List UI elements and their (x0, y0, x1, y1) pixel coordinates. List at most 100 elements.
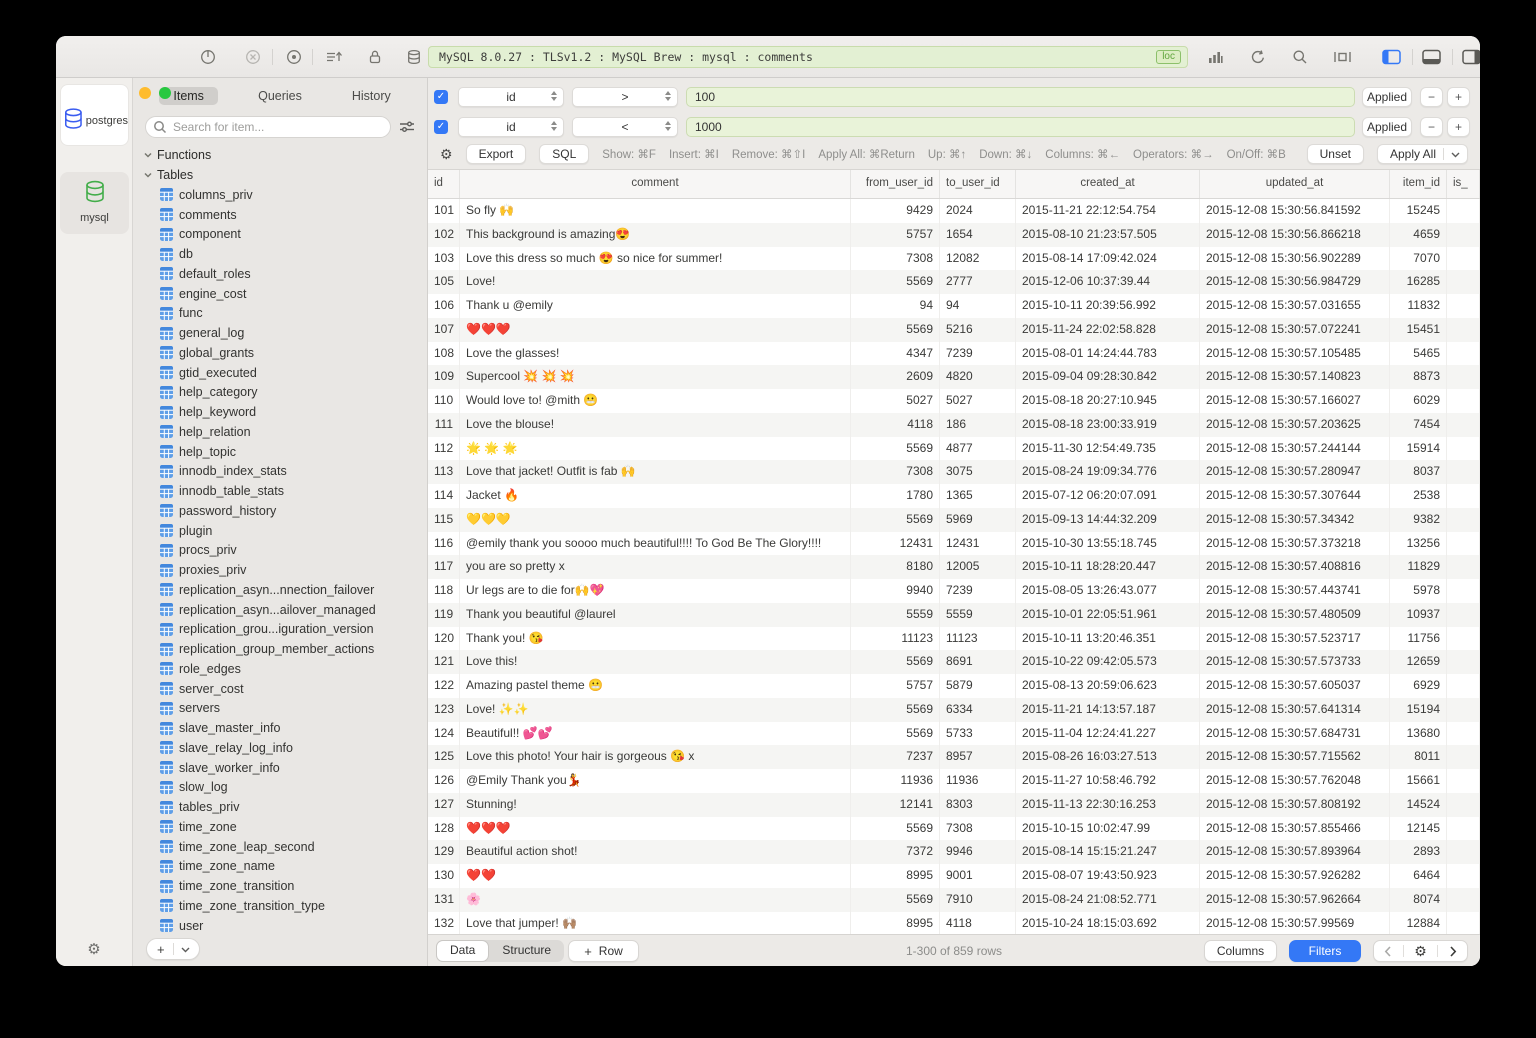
next-page-button[interactable] (1449, 946, 1457, 957)
lock-icon[interactable] (367, 49, 383, 65)
table-row[interactable]: 132Love that jumper! 🙌🏽899541182015-10-2… (428, 912, 1480, 935)
table-row[interactable]: 118Ur legs are to die for🙌💖994072392015-… (428, 579, 1480, 603)
filter-operator-select[interactable]: < (572, 117, 678, 137)
unset-button[interactable]: Unset (1307, 144, 1364, 164)
search-input[interactable] (145, 116, 391, 138)
columns-button[interactable]: Columns (1204, 940, 1277, 962)
tab-data[interactable]: Data (436, 940, 489, 962)
export-button[interactable]: Export (466, 144, 527, 164)
sidebar-table-item[interactable]: engine_cost (133, 284, 427, 304)
filter-checkbox[interactable]: ✓ (434, 120, 448, 134)
column-header-is_[interactable]: is_ (1447, 170, 1480, 198)
sidebar-table-item[interactable]: slave_master_info (133, 718, 427, 738)
sidebar-table-item[interactable]: default_roles (133, 264, 427, 284)
table-row[interactable]: 123Love! ✨✨556963342015-11-21 14:13:57.1… (428, 698, 1480, 722)
sidebar-table-item[interactable]: db (133, 244, 427, 264)
sidebar-table-item[interactable]: gtid_executed (133, 363, 427, 383)
filter-applied-button[interactable]: Applied (1362, 117, 1412, 137)
filter-add-button[interactable]: + (1447, 87, 1470, 107)
sidebar-table-item[interactable]: procs_priv (133, 541, 427, 561)
sidebar-table-item[interactable]: func (133, 304, 427, 324)
add-row-button[interactable]: + Row (568, 940, 639, 962)
table-row[interactable]: 112🌟 🌟 🌟556948772015-11-30 12:54:49.7352… (428, 437, 1480, 461)
sidebar-table-item[interactable]: innodb_table_stats (133, 481, 427, 501)
sidebar-table-item[interactable]: replication_group_member_actions (133, 639, 427, 659)
table-row[interactable]: 113Love that jacket! Outfit is fab 🙌7308… (428, 460, 1480, 484)
sidebar-table-item[interactable]: general_log (133, 323, 427, 343)
sidebar-table-item[interactable]: replication_grou...iguration_version (133, 620, 427, 640)
table-row[interactable]: 102This background is amazing😍5757165420… (428, 223, 1480, 247)
search-icon[interactable] (1292, 49, 1308, 65)
target-icon[interactable] (286, 49, 302, 65)
disconnect-icon[interactable] (245, 49, 261, 65)
tab-structure[interactable]: Structure (489, 940, 564, 962)
filter-value-input[interactable]: 100 (686, 87, 1355, 107)
connection-mysql[interactable]: mysql (60, 172, 129, 234)
table-row[interactable]: 122Amazing pastel theme 😬575758792015-08… (428, 674, 1480, 698)
filter-remove-button[interactable]: − (1420, 117, 1443, 137)
chart-icon[interactable] (1207, 49, 1224, 65)
sidebar-table-item[interactable]: time_zone_name (133, 857, 427, 877)
sidebar-table-item[interactable]: replication_asyn...nnection_failover (133, 580, 427, 600)
filter-checkbox[interactable]: ✓ (434, 90, 448, 104)
table-row[interactable]: 111Love the blouse!41181862015-08-18 23:… (428, 413, 1480, 437)
connection-pin-icon[interactable] (200, 49, 216, 65)
table-row[interactable]: 115💛💛💛556959692015-09-13 14:44:32.209201… (428, 508, 1480, 532)
table-row[interactable]: 105Love!556927772015-12-06 10:37:39.4420… (428, 270, 1480, 294)
sidebar-table-item[interactable]: servers (133, 699, 427, 719)
sidebar-table-item[interactable]: help_category (133, 383, 427, 403)
filter-remove-button[interactable]: − (1420, 87, 1443, 107)
sidebar-table-item[interactable]: component (133, 225, 427, 245)
zoom-window-button[interactable] (159, 87, 171, 99)
filter-column-select[interactable]: id (458, 87, 564, 107)
table-row[interactable]: 101So fly 🙌942920242015-11-21 22:12:54.7… (428, 199, 1480, 223)
column-header-id[interactable]: id (428, 170, 460, 198)
prev-page-button[interactable] (1384, 946, 1392, 957)
database-icon[interactable] (406, 49, 422, 65)
table-row[interactable]: 129Beautiful action shot!737299462015-08… (428, 840, 1480, 864)
sidebar-table-item[interactable]: user (133, 916, 427, 932)
connection-postgres[interactable]: postgres (60, 84, 129, 146)
table-row[interactable]: 119Thank you beautiful @laurel5559555920… (428, 603, 1480, 627)
table-row[interactable]: 116@emily thank you soooo much beautiful… (428, 532, 1480, 556)
sidebar-table-item[interactable]: time_zone_leap_second (133, 837, 427, 857)
add-item-button[interactable]: + (146, 938, 200, 960)
column-header-updated_at[interactable]: updated_at (1200, 170, 1390, 198)
sidebar-table-item[interactable]: time_zone_transition_type (133, 896, 427, 916)
filter-add-button[interactable]: + (1447, 117, 1470, 137)
table-row[interactable]: 117you are so pretty x8180120052015-10-1… (428, 555, 1480, 579)
column-header-to_user_id[interactable]: to_user_id (940, 170, 1016, 198)
filters-button[interactable]: Filters (1289, 940, 1361, 962)
tab-history[interactable]: History (326, 85, 417, 107)
table-row[interactable]: 127Stunning!1214183032015-11-13 22:30:16… (428, 793, 1480, 817)
table-row[interactable]: 106Thank u @emily94942015-10-11 20:39:56… (428, 294, 1480, 318)
tab-queries[interactable]: Queries (234, 85, 325, 107)
sidebar-table-item[interactable]: comments (133, 205, 427, 225)
filter-tune-icon[interactable] (399, 120, 415, 134)
sidebar-table-item[interactable]: plugin (133, 521, 427, 541)
column-header-item_id[interactable]: item_id (1390, 170, 1447, 198)
table-settings-gear-icon[interactable]: ⚙ (1414, 944, 1427, 958)
sidebar-table-item[interactable]: server_cost (133, 679, 427, 699)
toggle-bottom-panel-icon[interactable] (1422, 49, 1441, 64)
refresh-icon[interactable] (1250, 49, 1266, 65)
apply-all-button[interactable]: Apply All (1377, 144, 1468, 164)
filter-value-input[interactable]: 1000 (686, 117, 1355, 137)
sidebar-table-item[interactable]: role_edges (133, 659, 427, 679)
filter-settings-gear-icon[interactable]: ⚙ (440, 146, 453, 163)
table-borders-icon[interactable] (1333, 49, 1352, 65)
table-row[interactable]: 120Thank you! 😘11123111232015-10-11 13:2… (428, 627, 1480, 651)
sidebar-table-item[interactable]: innodb_index_stats (133, 462, 427, 482)
toggle-left-sidebar-icon[interactable] (1382, 49, 1401, 64)
filter-operator-select[interactable]: > (572, 87, 678, 107)
table-row[interactable]: 130❤️❤️899590012015-08-07 19:43:50.92320… (428, 864, 1480, 888)
table-row[interactable]: 121Love this!556986912015-10-22 09:42:05… (428, 650, 1480, 674)
minimize-window-button[interactable] (139, 87, 151, 99)
sidebar-table-item[interactable]: time_zone_transition (133, 876, 427, 896)
column-header-from_user_id[interactable]: from_user_id (851, 170, 940, 198)
table-row[interactable]: 103Love this dress so much 😍 so nice for… (428, 247, 1480, 271)
table-row[interactable]: 109Supercool 💥 💥 💥260948202015-09-04 09:… (428, 365, 1480, 389)
column-header-created_at[interactable]: created_at (1016, 170, 1200, 198)
sidebar-table-item[interactable]: slave_relay_log_info (133, 738, 427, 758)
section-functions[interactable]: Functions (133, 145, 427, 165)
